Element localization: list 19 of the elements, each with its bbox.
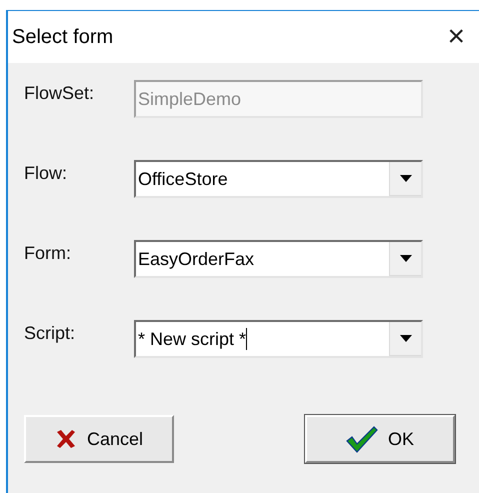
field-label: Script:: [23, 322, 76, 345]
cross-icon: [54, 429, 77, 449]
dropdown-field[interactable]: EasyOrderFax: [134, 240, 423, 278]
caret-icon: [400, 335, 412, 342]
checkmark-icon: [346, 425, 378, 453]
field-label: Form:: [23, 242, 72, 264]
caret-icon: [400, 255, 412, 262]
dropdown-arrow-button[interactable]: [389, 162, 421, 196]
dropdown-arrow-button[interactable]: [389, 322, 421, 356]
field-label: FlowSet:: [23, 82, 96, 104]
caret-icon: [400, 175, 412, 182]
ok-button[interactable]: OK: [305, 415, 455, 463]
window-title: Select form: [12, 25, 114, 50]
dropdown-field[interactable]: OfficeStore: [134, 160, 423, 198]
dropdown-field[interactable]: * New script *: [134, 320, 423, 358]
close-button[interactable]: ×: [447, 22, 465, 52]
field-label: Flow:: [23, 162, 68, 184]
dropdown-arrow-button[interactable]: [389, 242, 421, 276]
cancel-button[interactable]: Cancel: [24, 415, 174, 463]
